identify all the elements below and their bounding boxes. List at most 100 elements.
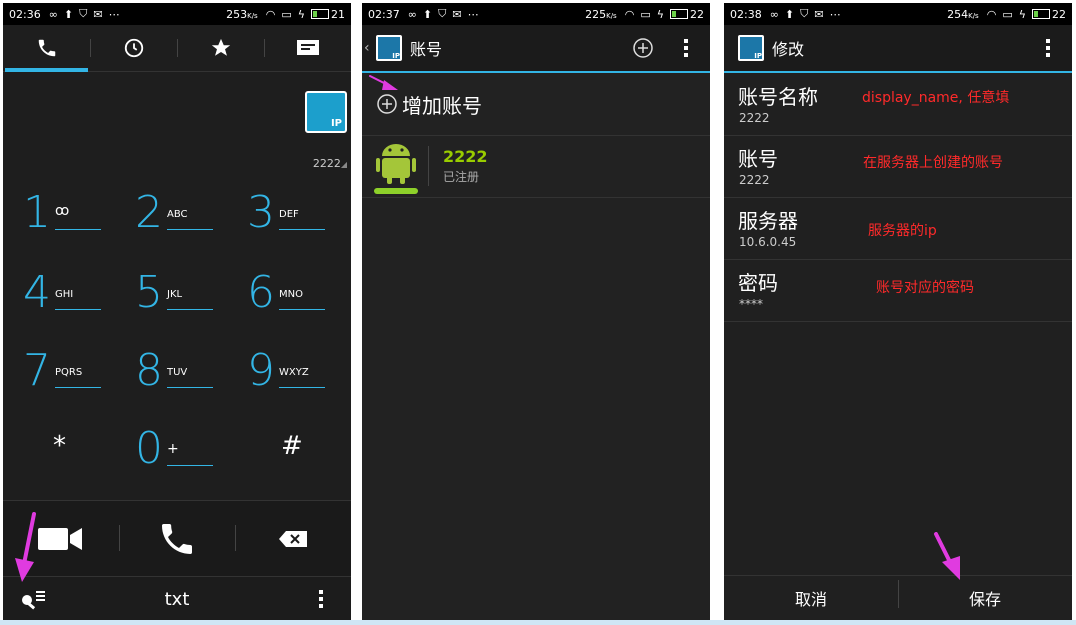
key-2[interactable]: 2 ABC xyxy=(115,183,215,243)
dialpad: 1 ꝏ 2 ABC 3 DEF 4 GHI 5 JKL 6 MNO 7 PQRS… xyxy=(3,183,351,493)
key-6[interactable]: 6 MNO xyxy=(227,263,327,323)
annotation-note: 账号对应的密码 xyxy=(876,280,974,296)
key-8[interactable]: 8 TUV xyxy=(115,341,215,401)
phone-icon xyxy=(162,523,192,554)
status-bar: 02:38 ∞ ⬆ ⛉ ✉ ⋯ 254K/s ◠ ▭ ϟ 22 xyxy=(724,3,1072,25)
wifi-icon: ◠ xyxy=(986,7,997,21)
wifi-icon: ◠ xyxy=(265,7,276,21)
more-notifications-icon: ⋯ xyxy=(108,7,120,21)
status-time: 02:38 xyxy=(730,7,762,21)
delete-button[interactable] xyxy=(235,501,351,576)
clock-icon xyxy=(124,38,143,58)
more-notifications-icon: ⋯ xyxy=(829,7,841,21)
shirt-icon: ⛉ xyxy=(438,7,447,20)
account-status: 已注册 xyxy=(443,170,480,184)
key-3[interactable]: 3 DEF xyxy=(227,183,327,243)
add-circle-icon[interactable] xyxy=(632,37,654,59)
annotation-note: 服务器的ip xyxy=(868,223,937,239)
display-name-field[interactable]: 账号名称 2222 display_name, 任意填 xyxy=(724,73,1072,136)
mail-icon: ✉ xyxy=(814,7,824,21)
mail-icon: ✉ xyxy=(452,7,462,21)
battery-level: 21 xyxy=(331,7,345,21)
overflow-menu-button[interactable] xyxy=(291,590,351,608)
video-camera-icon xyxy=(38,527,82,550)
wifi-icon: ◠ xyxy=(624,7,635,21)
tab-phone[interactable] xyxy=(3,25,90,72)
network-speed: 225K/s xyxy=(585,7,617,21)
annotation-arrow-icon xyxy=(15,512,36,582)
key-0[interactable]: 0 + xyxy=(115,419,215,479)
app-icon[interactable]: IP xyxy=(738,35,764,61)
battery-icon xyxy=(670,9,688,19)
account-field[interactable]: 账号 2222 在服务器上创建的账号 xyxy=(724,135,1072,198)
mail-icon: ✉ xyxy=(93,7,103,21)
account-settings-button[interactable] xyxy=(3,588,63,610)
android-icon xyxy=(374,138,418,194)
tab-favorites[interactable] xyxy=(177,25,264,71)
bottom-text[interactable]: txt xyxy=(63,589,291,610)
status-bar: 02:36 ∞ ⬆ ⛉ ✉ ⋯ 253K/s ◠ ▭ ϟ 21 xyxy=(3,3,351,25)
key-hash[interactable]: # xyxy=(227,419,327,479)
key-7[interactable]: 7 PQRS xyxy=(3,341,103,401)
password-field[interactable]: 密码 **** 账号对应的密码 xyxy=(724,259,1072,322)
current-account-number: 2222◢ xyxy=(312,157,347,170)
page-title: 账号 xyxy=(410,40,443,59)
ip-call-button[interactable]: IP xyxy=(305,91,347,133)
dialer-bottom-bar: txt xyxy=(3,576,351,620)
button-bar: 取消 保存 xyxy=(724,575,1072,620)
backspace-icon xyxy=(279,530,307,547)
annotation-arrow-icon xyxy=(369,75,398,90)
status-time: 02:36 xyxy=(9,7,41,21)
call-action-bar xyxy=(3,500,351,576)
status-bar: 02:37 ∞ ⬆ ⛉ ✉ ⋯ 225K/s ◠ ▭ ϟ 22 xyxy=(362,3,710,25)
dialer-screen: 02:36 ∞ ⬆ ⛉ ✉ ⋯ 253K/s ◠ ▭ ϟ 21 IP 2222◢ xyxy=(3,3,351,620)
dialer-tabs xyxy=(3,25,351,72)
app-icon[interactable]: IP xyxy=(376,35,402,61)
key-4[interactable]: 4 GHI xyxy=(3,263,103,323)
message-icon xyxy=(296,40,319,55)
call-button[interactable] xyxy=(119,501,235,576)
charging-icon: ϟ xyxy=(656,7,664,21)
upload-icon: ⬆ xyxy=(63,7,74,21)
key-1[interactable]: 1 ꝏ xyxy=(3,183,103,243)
server-field[interactable]: 服务器 10.6.0.45 服务器的ip xyxy=(724,197,1072,260)
back-chevron-icon[interactable]: ‹ xyxy=(364,40,370,56)
cancel-button[interactable]: 取消 xyxy=(724,586,898,610)
tab-recent[interactable] xyxy=(90,25,177,71)
page-title: 修改 xyxy=(772,40,805,59)
upload-icon: ⬆ xyxy=(422,7,433,21)
network-speed: 253K/s xyxy=(226,7,258,21)
key-9[interactable]: 9 WXYZ xyxy=(227,341,327,401)
infinity-icon: ∞ xyxy=(407,7,417,21)
battery-level: 22 xyxy=(1052,7,1066,21)
status-time: 02:37 xyxy=(368,7,400,21)
page-bottom-strip xyxy=(0,620,1076,625)
action-bar: ‹ IP 账号 xyxy=(362,25,710,73)
overflow-icon[interactable] xyxy=(684,39,688,57)
infinity-icon: ∞ xyxy=(769,7,779,21)
charging-icon: ϟ xyxy=(297,7,305,21)
screen-icon: ▭ xyxy=(281,7,292,21)
key-list-icon xyxy=(22,591,45,610)
key-5[interactable]: 5 JKL xyxy=(115,263,215,323)
account-name: 2222 xyxy=(443,147,488,166)
screen-icon: ▭ xyxy=(640,7,651,21)
charging-icon: ϟ xyxy=(1018,7,1026,21)
overflow-icon[interactable] xyxy=(1046,39,1050,57)
account-list-item[interactable]: 2222 已注册 xyxy=(362,135,710,198)
overflow-icon xyxy=(319,590,323,608)
annotation-arrow-icon xyxy=(934,532,960,580)
save-button[interactable]: 保存 xyxy=(898,580,1072,610)
tab-messages[interactable] xyxy=(264,25,351,71)
add-account-row[interactable]: 增加账号 xyxy=(362,73,710,136)
add-circle-icon xyxy=(377,94,397,114)
add-account-label: 增加账号 xyxy=(402,93,482,118)
shirt-icon: ⛉ xyxy=(800,7,809,20)
accounts-screen: 02:37 ∞ ⬆ ⛉ ✉ ⋯ 225K/s ◠ ▭ ϟ 22 ‹ IP 账号 … xyxy=(362,3,710,620)
edit-account-screen: 02:38 ∞ ⬆ ⛉ ✉ ⋯ 254K/s ◠ ▭ ϟ 22 IP 修改 账号… xyxy=(724,3,1072,620)
key-star[interactable]: * xyxy=(3,419,103,479)
battery-icon xyxy=(1032,9,1050,19)
upload-icon: ⬆ xyxy=(784,7,795,21)
shirt-icon: ⛉ xyxy=(79,7,88,20)
more-notifications-icon: ⋯ xyxy=(467,7,479,21)
